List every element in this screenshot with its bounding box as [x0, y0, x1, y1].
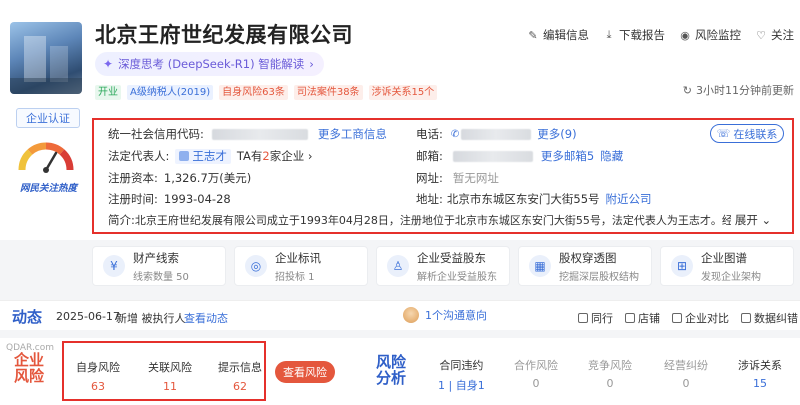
judicial-case-badge[interactable]: 司法案件38条 [293, 85, 363, 100]
download-icon: ⤓ [606, 28, 612, 41]
self-risk-item[interactable]: 自身风险 63 [76, 359, 120, 393]
risk-summary-box: 自身风险 63 关联风险 11 提示信息 62 [62, 341, 266, 401]
headset-icon: ☏ [716, 127, 731, 140]
heart-icon: ♡ [756, 28, 766, 42]
phone-icon: ✆ [450, 128, 460, 140]
more-email-link[interactable]: 更多邮箱5 [541, 148, 594, 164]
risk-analysis-title: 风险分析 [376, 353, 407, 387]
follow-button[interactable]: ♡ 关注 [755, 27, 794, 43]
enterprise-auth-button[interactable]: 企业认证 [16, 108, 80, 128]
risk-monitor-button[interactable]: ◉ 风险监控 [679, 27, 741, 43]
feature-cards: ¥ 财产线索 线索数量 50 ◎ 企业标讯 招投标 1 ♙ 企业受益股东 解析企业受益… [92, 246, 794, 286]
dynamics-title: 动态 [12, 308, 43, 326]
correction-icon [741, 313, 751, 323]
chevron-right-icon: › [309, 57, 314, 71]
edit-info-button[interactable]: ✎ 编辑信息 [527, 27, 589, 43]
gauge-label: 网民关注热度 [20, 183, 78, 194]
analysis-competition-risk[interactable]: 竞争风险 0 [588, 357, 632, 390]
compare-icon [672, 313, 682, 323]
company-tags: 开业 A级纳税人(2019) 自身风险63条 司法案件38条 涉诉关系15个 [95, 85, 438, 100]
card-equity-graph[interactable]: ▦ 股权穿透图 挖掘深层股权结构 [518, 246, 652, 286]
communication-intent[interactable]: 1个沟通意向 [403, 307, 487, 323]
online-contact-button[interactable]: ☏ 在线联系 [710, 124, 784, 143]
phone-value [461, 128, 532, 140]
card-enterprise-graph[interactable]: ⊞ 企业图谱 发现企业架构 [660, 246, 794, 286]
intro-text: 北京王府世纪发展有限公司成立于1993年04月28日，注册地位于北京市东城区东安… [134, 214, 731, 227]
tax-rating-badge[interactable]: A级纳税人(2019) [127, 85, 214, 100]
company-photo [10, 22, 82, 94]
risk-title: 企业风险 [14, 351, 45, 385]
intro-row: 简介: 北京王府世纪发展有限公司成立于1993年04月28日，注册地位于北京市东… [108, 212, 772, 228]
company-header: 北京王府世纪发展有限公司 ✦ 深度思考 (DeepSeek-R1) 智能解读 ›… [0, 0, 800, 240]
heat-gauge-icon [18, 142, 74, 173]
avatar [403, 307, 419, 323]
risk-strip: QDAR.com 企业风险 自身风险 63 关联风险 11 提示信息 62 查看… [0, 338, 800, 405]
ai-chip-label: 深度思考 (DeepSeek-R1) 智能解读 [118, 57, 305, 71]
dynamics-text: 新增 被执行人 [116, 312, 186, 325]
ai-analysis-chip[interactable]: ✦ 深度思考 (DeepSeek-R1) 智能解读 › [95, 52, 324, 76]
self-risk-badge[interactable]: 自身风险63条 [219, 85, 288, 100]
analysis-contract-breach[interactable]: 合同违约 1 | 自身1 [438, 357, 485, 393]
card-bidding[interactable]: ◎ 企业标讯 招投标 1 [234, 246, 368, 286]
company-name: 北京王府世纪发展有限公司 [95, 23, 353, 47]
sparkle-icon: ✦ [103, 57, 114, 71]
phone-row: 电话: ✆ 更多(9) [416, 126, 577, 142]
dynamics-tools: 同行 店铺 企业对比 数据纠错 [578, 310, 798, 326]
more-business-link[interactable]: 更多工商信息 [318, 126, 387, 142]
legal-rep-row: 法定代表人: 王志才 TA有2家企业 › [108, 148, 313, 164]
peers-icon [578, 313, 588, 323]
property-icon: ¥ [103, 255, 125, 277]
download-report-button[interactable]: ⤓ 下载报告 [603, 27, 665, 43]
litigation-badge[interactable]: 涉诉关系15个 [368, 85, 438, 100]
credit-code-row: 统一社会信用代码: 更多工商信息 [108, 126, 387, 142]
graph-icon: ⊞ [671, 255, 693, 277]
email-row: 邮箱: 更多邮箱5 隐藏 [416, 148, 624, 164]
edit-icon: ✎ [528, 28, 538, 42]
website-row: 网址: 暂无网址 [416, 171, 499, 185]
hint-info-item[interactable]: 提示信息 62 [218, 359, 262, 393]
view-risk-button[interactable]: 查看风险 [275, 361, 335, 383]
peers-button[interactable]: 同行 [578, 310, 613, 326]
bid-icon: ◎ [245, 255, 267, 277]
card-beneficial-shareholders[interactable]: ♙ 企业受益股东 解析企业受益股东 [376, 246, 510, 286]
reg-time-row: 注册时间: 1993-04-28 [108, 192, 231, 206]
basic-info-panel: 统一社会信用代码: 更多工商信息 电话: ✆ 更多(9) ☏ 在线联系 法定代表… [92, 118, 794, 234]
shareholder-icon: ♙ [387, 255, 409, 277]
status-badge: 开业 [95, 85, 121, 100]
data-correction-button[interactable]: 数据纠错 [741, 310, 798, 326]
address-row: 地址: 北京市东城区东安门大街55号 附近公司 [416, 191, 652, 207]
shop-button[interactable]: 店铺 [625, 310, 660, 326]
analysis-business-dispute[interactable]: 经营纠纷 0 [664, 357, 708, 390]
dynamics-bar: 动态 2025-06-17 新增 被执行人 查看动态 1个沟通意向 同行 店铺 … [0, 300, 800, 330]
related-risk-item[interactable]: 关联风险 11 [148, 359, 192, 393]
eye-icon: ◉ [680, 28, 690, 42]
capital-row: 注册资本: 1,326.7万(美元) [108, 171, 252, 185]
analysis-cooperation-risk[interactable]: 合作风险 0 [514, 357, 558, 390]
refresh-icon: ↻ [682, 83, 692, 97]
expand-intro-button[interactable]: 展开 ⌄ [735, 212, 771, 228]
analysis-litigation[interactable]: 涉诉关系 15 [738, 357, 782, 390]
dynamics-date: 2025-06-17 [56, 310, 120, 323]
email-value [452, 150, 533, 162]
card-property-clues[interactable]: ¥ 财产线索 线索数量 50 [92, 246, 226, 286]
nearby-companies-link[interactable]: 附近公司 [606, 191, 652, 207]
update-time[interactable]: ↻ 3小时11分钟前更新 [683, 82, 794, 98]
person-icon [179, 151, 190, 161]
credit-code-value [211, 128, 308, 140]
more-phone-link[interactable]: 更多(9) [537, 126, 576, 142]
legal-rep-chip[interactable]: 王志才 [175, 148, 231, 164]
shop-icon [625, 313, 635, 323]
header-actions: ✎ 编辑信息 ⤓ 下载报告 ◉ 风险监控 ♡ 关注 [527, 27, 794, 43]
compare-button[interactable]: 企业对比 [672, 310, 729, 326]
legal-rep-companies[interactable]: TA有2家企业 › [237, 148, 313, 164]
hide-email-link[interactable]: 隐藏 [600, 148, 623, 164]
equity-icon: ▦ [529, 255, 551, 277]
view-dynamics-link[interactable]: 查看动态 [184, 310, 228, 326]
